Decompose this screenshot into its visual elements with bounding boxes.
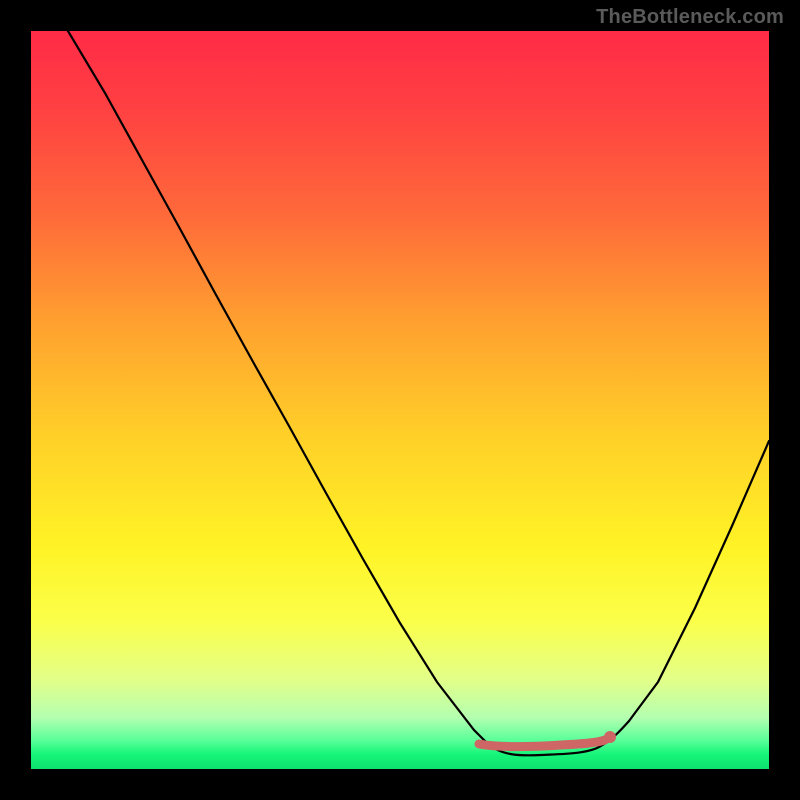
- bottleneck-curve: [68, 31, 769, 755]
- plot-area: [31, 31, 769, 769]
- attribution-label: TheBottleneck.com: [596, 6, 784, 29]
- chart-container: TheBottleneck.com: [0, 0, 800, 800]
- chart-svg: [31, 31, 769, 769]
- highlight-marker: [604, 731, 616, 743]
- highlight-segment: [479, 740, 605, 747]
